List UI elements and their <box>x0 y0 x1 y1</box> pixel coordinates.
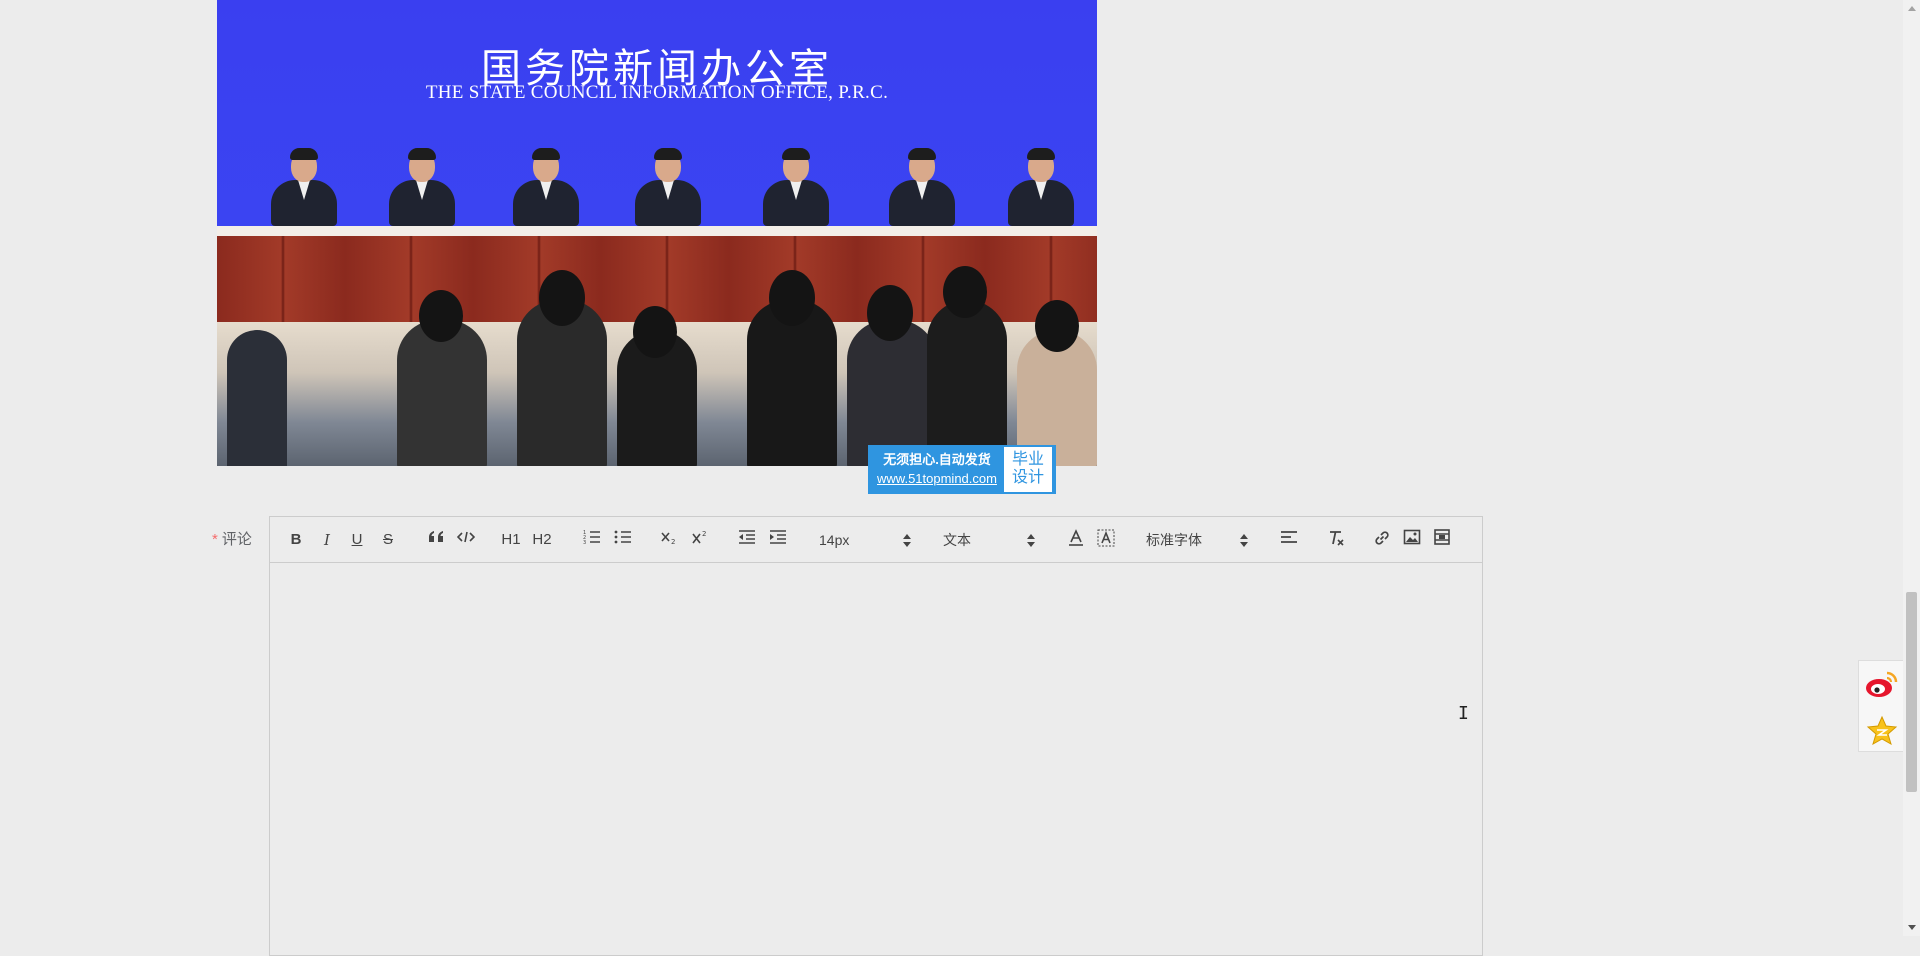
bold-button[interactable]: B <box>285 529 307 551</box>
comment-label-text: 评论 <box>221 531 252 548</box>
video-button[interactable] <box>1431 529 1453 551</box>
text-color-icon <box>1069 529 1083 546</box>
required-mark: * <box>212 531 218 548</box>
blockquote-button[interactable] <box>425 529 447 551</box>
official <box>509 148 579 226</box>
photo-title-en: THE STATE COUNCIL INFORMATION OFFICE, P.… <box>425 82 889 103</box>
qzone-share-button[interactable] <box>1859 707 1905 753</box>
bullet-list-button[interactable] <box>612 529 634 551</box>
font-family-value: 标准字体 <box>1146 532 1202 548</box>
official <box>267 148 337 226</box>
select-arrows-icon <box>1240 532 1248 548</box>
indent-button[interactable] <box>767 529 789 551</box>
star-icon <box>1866 715 1898 745</box>
outdent-button[interactable] <box>736 529 758 551</box>
font-size-value: 14px <box>819 532 850 548</box>
weibo-share-button[interactable] <box>1859 661 1905 707</box>
scroll-thumb[interactable] <box>1906 592 1917 792</box>
subscript-icon: 2 <box>661 532 675 546</box>
official <box>631 148 701 226</box>
background-color-button[interactable] <box>1095 529 1117 551</box>
font-family-select[interactable]: 标准字体 <box>1146 529 1248 551</box>
text-color-button[interactable] <box>1065 529 1087 551</box>
official <box>885 148 955 226</box>
badge-slogan: 无须担心.自动发货 <box>883 452 991 467</box>
badge-url[interactable]: www.51topmind.com <box>870 469 1004 488</box>
badge-right-line1: 毕业 <box>1011 451 1044 468</box>
clear-format-button[interactable] <box>1325 529 1347 551</box>
outdent-icon <box>739 530 755 544</box>
weibo-icon <box>1866 671 1898 697</box>
paragraph-value: 文本 <box>943 532 971 548</box>
official <box>385 148 455 226</box>
share-widget <box>1858 660 1904 752</box>
official <box>759 148 829 226</box>
align-button[interactable] <box>1278 529 1300 551</box>
strike-button[interactable]: S <box>377 529 399 551</box>
quote-icon <box>429 531 443 542</box>
comment-label: * 评论 <box>212 528 252 549</box>
font-size-select[interactable]: 14px <box>819 529 911 551</box>
press-conference-image: 国务院新闻办公室 THE STATE COUNCIL INFORMATION O… <box>217 0 1097 466</box>
scroll-up-arrow-icon[interactable] <box>1903 0 1920 17</box>
select-arrows-icon <box>1027 532 1035 548</box>
bullet-list-icon <box>614 530 631 544</box>
watermark-badge[interactable]: 无须担心.自动发货 www.51topmind.com 毕业 设计 <box>868 445 1056 494</box>
clear-format-icon <box>1330 531 1344 546</box>
svg-text:3: 3 <box>583 540 586 545</box>
header-1-button[interactable]: H1 <box>500 529 522 551</box>
superscript-button[interactable]: 2 <box>689 529 711 551</box>
badge-right-line2: 设计 <box>1011 469 1044 486</box>
header-2-button[interactable]: H2 <box>531 529 553 551</box>
code-block-button[interactable] <box>455 529 477 551</box>
vertical-scrollbar[interactable] <box>1903 0 1920 936</box>
paragraph-select[interactable]: 文本 <box>943 529 1035 551</box>
svg-text:2: 2 <box>702 530 706 538</box>
underline-label: U <box>351 531 363 548</box>
code-icon <box>456 531 476 543</box>
rich-text-editor: B I U S H1 H2 123 2 2 14px 文本 标准字体 I <box>269 516 1483 956</box>
video-icon <box>1434 529 1450 545</box>
link-icon <box>1375 531 1389 545</box>
strike-label: S <box>382 531 393 548</box>
align-left-icon <box>1281 531 1297 543</box>
h2-label: H2 <box>532 531 552 548</box>
italic-button[interactable]: I <box>316 529 338 551</box>
editor-toolbar: B I U S H1 H2 123 2 2 14px 文本 标准字体 <box>270 517 1482 563</box>
underline-button[interactable]: U <box>346 529 368 551</box>
image-button[interactable] <box>1401 529 1423 551</box>
italic-label: I <box>324 531 330 549</box>
ordered-list-icon: 123 <box>583 530 600 546</box>
scroll-down-arrow-icon[interactable] <box>1903 919 1920 936</box>
h1-label: H1 <box>501 531 521 548</box>
highlight-icon <box>1097 529 1115 547</box>
link-button[interactable] <box>1371 529 1393 551</box>
subscript-button[interactable]: 2 <box>658 529 680 551</box>
svg-text:2: 2 <box>671 538 675 545</box>
official <box>1004 148 1074 226</box>
superscript-icon: 2 <box>692 530 706 544</box>
select-arrows-icon <box>903 532 911 548</box>
indent-icon <box>770 530 786 544</box>
image-icon <box>1403 529 1421 545</box>
text-cursor-icon: I <box>1458 703 1469 724</box>
ordered-list-button[interactable]: 123 <box>581 529 603 551</box>
editor-content-area[interactable]: I <box>270 563 1482 955</box>
bold-label: B <box>290 531 302 548</box>
